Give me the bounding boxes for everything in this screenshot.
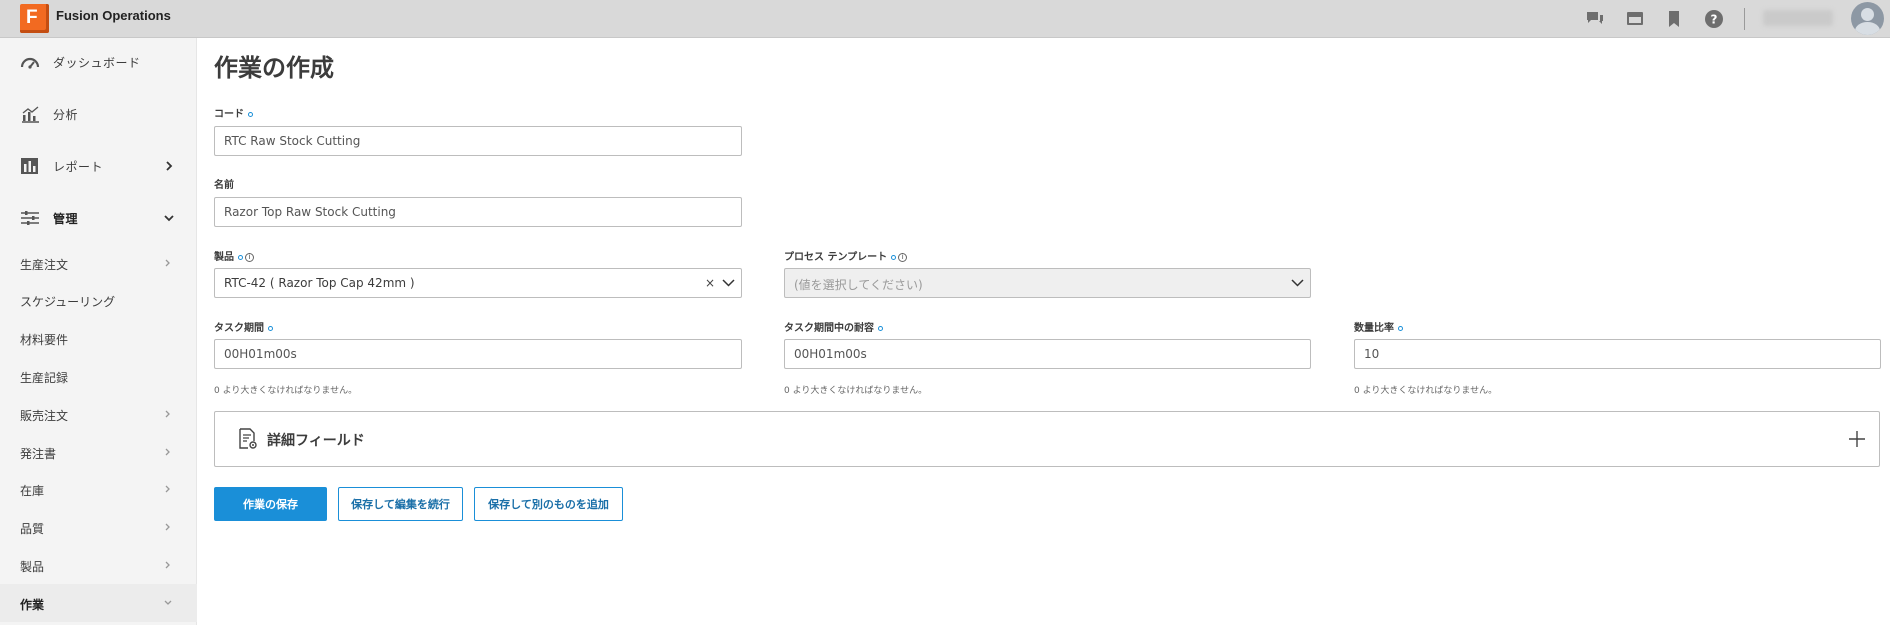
sidebar-item-inventory[interactable]: 在庫 [0, 470, 197, 508]
sidebar-item-label: ダッシュボード [53, 56, 141, 70]
required-indicator [268, 325, 273, 331]
help-icon[interactable]: ? [1703, 8, 1725, 30]
sidebar-item-label: 販売注文 [20, 409, 69, 423]
chevron-right-icon [165, 259, 170, 267]
task-duration-tolerance-hint: 0 より大きくなければなりません。 [784, 386, 928, 396]
top-bar: F Fusion Operations ? [0, 0, 1890, 38]
code-field[interactable] [214, 126, 742, 156]
chevron-right-icon [165, 485, 170, 493]
chevron-right-icon [165, 561, 170, 569]
save-button[interactable]: 作業の保存 [214, 487, 327, 521]
task-duration-hint: 0 より大きくなければなりません。 [214, 386, 358, 396]
chevron-down-icon [164, 215, 174, 222]
sidebar-item-label: 品質 [20, 522, 45, 536]
sidebar-item-production-orders[interactable]: 生産注文 [0, 244, 197, 282]
save-add-another-button[interactable]: 保存して別のものを追加 [474, 487, 623, 521]
sidebar-item-analytics[interactable]: 分析 [0, 92, 197, 136]
settings-sliders-icon [21, 211, 39, 225]
product-select[interactable]: RTC-42 ( Razor Top Cap 42mm ) × [214, 268, 742, 298]
sidebar-item-label: 生産注文 [20, 258, 69, 272]
task-duration-field[interactable] [214, 339, 742, 369]
chevron-right-icon [165, 410, 170, 418]
sidebar-item-production-records[interactable]: 生産記録 [0, 357, 197, 395]
code-input[interactable] [224, 133, 690, 149]
avatar[interactable] [1851, 2, 1884, 35]
info-icon: i [245, 252, 254, 262]
quantity-ratio-hint: 0 より大きくなければなりません。 [1354, 386, 1498, 396]
screen-icon[interactable] [1624, 8, 1646, 30]
chevron-right-icon [165, 523, 170, 531]
document-settings-icon [239, 428, 257, 449]
task-duration-tolerance-field[interactable] [784, 339, 1311, 369]
dashboard-icon [20, 57, 40, 69]
code-label: コード [214, 105, 253, 120]
logo-letter: F [26, 7, 38, 28]
name-field[interactable] [214, 197, 742, 227]
sidebar-item-label: スケジューリング [20, 295, 116, 309]
chevron-right-icon [165, 448, 170, 456]
svg-text:?: ? [1711, 13, 1718, 27]
name-input[interactable] [224, 204, 690, 220]
app-logo[interactable]: F [20, 4, 49, 33]
sidebar-item-label: 製品 [20, 560, 45, 574]
required-indicator [1398, 325, 1403, 331]
task-duration-input[interactable] [224, 346, 690, 362]
sidebar-item-products[interactable]: 製品 [0, 546, 197, 584]
chevron-right-icon [166, 161, 173, 171]
sidebar-item-label: 材料要件 [20, 333, 69, 347]
required-indicator [878, 325, 883, 331]
process-template-placeholder: (値を選択してください) [794, 278, 923, 292]
sidebar-item-label: 在庫 [20, 484, 45, 498]
toolbar-separator [1744, 8, 1745, 30]
quantity-ratio-label: 数量比率 [1354, 319, 1403, 334]
process-template-label: プロセス テンプレート i [784, 248, 908, 263]
page-title: 作業の作成 [214, 54, 334, 82]
task-duration-label: タスク期間 [214, 319, 273, 334]
chat-icon[interactable] [1584, 8, 1606, 30]
sidebar-item-purchase-orders[interactable]: 発注書 [0, 433, 197, 471]
task-duration-tolerance-label: タスク期間中の耐容 [784, 319, 883, 334]
process-template-select[interactable]: (値を選択してください) [784, 268, 1311, 298]
sidebar-item-label: 生産記録 [20, 371, 69, 385]
sidebar-item-label: 管理 [53, 212, 79, 226]
sidebar-item-sales-orders[interactable]: 販売注文 [0, 395, 197, 433]
analytics-icon [22, 106, 39, 123]
user-name-blurred[interactable] [1763, 10, 1833, 26]
sidebar-item-quality[interactable]: 品質 [0, 508, 197, 546]
name-label: 名前 [214, 180, 234, 191]
sidebar-item-scheduling[interactable]: スケジューリング [0, 281, 197, 319]
sidebar-item-operations[interactable]: 作業 [0, 584, 197, 622]
quantity-ratio-field[interactable] [1354, 339, 1881, 369]
sidebar-item-material-requirements[interactable]: 材料要件 [0, 319, 197, 357]
required-indicator [248, 111, 253, 117]
clear-icon[interactable]: × [705, 276, 715, 290]
chevron-down-icon[interactable] [1291, 278, 1304, 288]
task-duration-tolerance-input[interactable] [794, 346, 1259, 362]
chevron-down-icon[interactable] [722, 278, 735, 288]
chevron-down-icon [164, 600, 172, 605]
sidebar-item-label: レポート [53, 160, 104, 174]
product-selected-value: RTC-42 ( Razor Top Cap 42mm ) [224, 276, 415, 290]
sidebar-item-management[interactable]: 管理 [0, 196, 197, 240]
app-title[interactable]: Fusion Operations [56, 8, 171, 23]
sidebar-item-dashboard[interactable]: ダッシュボード [0, 40, 197, 84]
bookmark-icon[interactable] [1663, 8, 1685, 30]
sidebar-item-label: 作業 [20, 598, 45, 612]
product-label: 製品 i [214, 248, 254, 263]
sidebar-item-report[interactable]: レポート [0, 144, 197, 188]
details-accordion[interactable]: 詳細フィールド [214, 411, 1880, 467]
required-indicator [238, 254, 243, 260]
save-continue-button[interactable]: 保存して編集を続行 [338, 487, 463, 521]
sidebar-item-label: 発注書 [20, 447, 57, 461]
info-icon: i [898, 252, 908, 262]
details-title: 詳細フィールド [267, 433, 365, 449]
plus-icon[interactable] [1847, 429, 1867, 449]
required-indicator [891, 254, 897, 260]
sidebar-item-label: 分析 [53, 108, 79, 122]
sidebar: ダッシュボード 分析 レポート 管理 生産注文 スケジューリング 材料要件 生産… [0, 38, 197, 625]
report-icon [21, 158, 38, 174]
quantity-ratio-input[interactable] [1364, 346, 1829, 362]
